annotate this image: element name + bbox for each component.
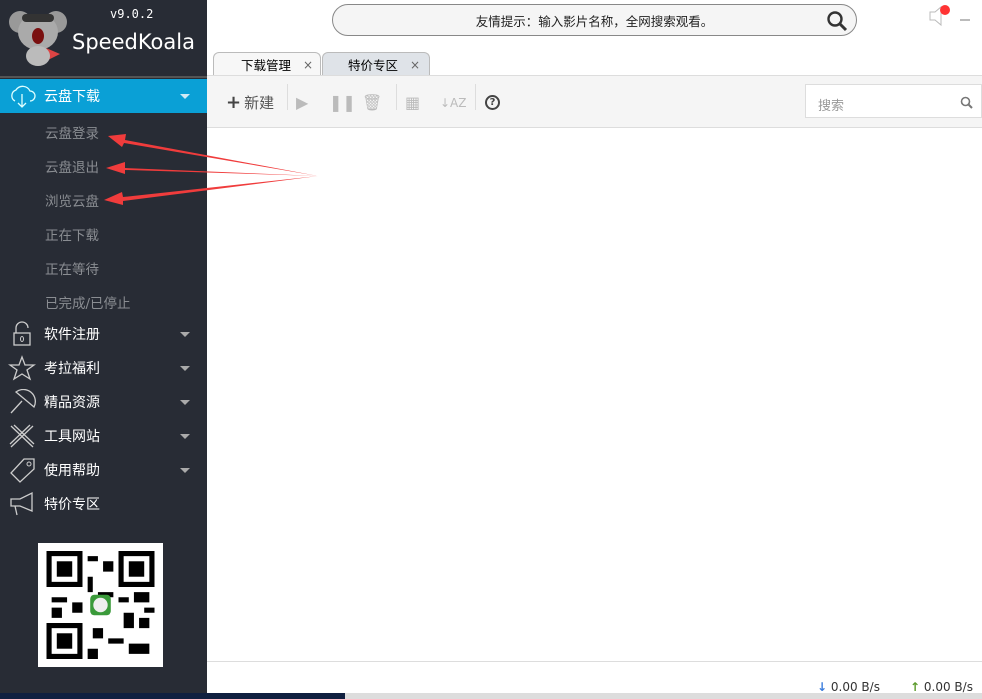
chevron-down-icon bbox=[180, 399, 190, 405]
menu-welfare[interactable]: 考拉福利 bbox=[0, 351, 207, 385]
divider bbox=[287, 84, 288, 110]
cloud-download-icon bbox=[0, 83, 44, 109]
close-icon[interactable]: × bbox=[303, 58, 313, 72]
tag-icon bbox=[0, 457, 44, 483]
tools-icon bbox=[0, 423, 44, 449]
chevron-down-icon bbox=[180, 93, 190, 99]
umbrella-icon bbox=[0, 389, 44, 415]
submenu-completed[interactable]: 已完成/已停止 bbox=[45, 292, 131, 312]
submenu-cloud-logout[interactable]: 云盘退出 bbox=[45, 156, 99, 176]
delete-button[interactable]: 🗑 bbox=[362, 76, 382, 129]
tab-special-offer[interactable]: 特价专区 × bbox=[322, 52, 430, 76]
sort-az-icon: ↓AZ bbox=[440, 95, 467, 110]
status-bar: ↓ 0.00 B/s ↑ 0.00 B/s bbox=[207, 663, 982, 694]
menu-resources[interactable]: 精品资源 bbox=[0, 385, 207, 419]
chevron-down-icon bbox=[180, 331, 190, 337]
version-label: v9.0.2 bbox=[110, 7, 154, 21]
megaphone-icon bbox=[0, 491, 44, 517]
submenu-waiting[interactable]: 正在等待 bbox=[45, 258, 99, 278]
view-grid-button[interactable]: ▦ bbox=[405, 76, 420, 129]
menu-tools[interactable]: 工具网站 bbox=[0, 419, 207, 453]
pause-button[interactable]: ❚❚ bbox=[329, 76, 356, 129]
grid-icon: ▦ bbox=[405, 93, 421, 112]
divider bbox=[0, 76, 207, 78]
qr-code bbox=[38, 543, 163, 667]
menu-register[interactable]: 软件注册 bbox=[0, 317, 207, 351]
sidebar: v9.0.2 SpeedKoala 云盘下载 云盘登录 云盘退出 浏览云盘 正在… bbox=[0, 0, 207, 699]
chevron-down-icon bbox=[180, 365, 190, 371]
upload-speed: ↑ 0.00 B/s bbox=[910, 680, 973, 694]
submenu-browse-cloud[interactable]: 浏览云盘 bbox=[45, 190, 99, 210]
play-icon: ▶ bbox=[296, 93, 309, 112]
chevron-down-icon bbox=[180, 467, 190, 473]
search-icon[interactable] bbox=[960, 96, 973, 109]
arrow-up-icon: ↑ bbox=[910, 680, 921, 694]
search-icon[interactable] bbox=[826, 10, 848, 32]
submenu-downloading[interactable]: 正在下载 bbox=[45, 224, 99, 244]
speaker-icon[interactable] bbox=[928, 4, 978, 28]
trash-icon: 🗑 bbox=[362, 93, 383, 112]
search-input[interactable]: 搜索 bbox=[805, 84, 982, 118]
arrow-down-icon: ↓ bbox=[817, 680, 828, 694]
divider bbox=[396, 84, 397, 110]
download-speed: ↓ 0.00 B/s bbox=[817, 680, 880, 694]
menu-cloud-download[interactable]: 云盘下载 bbox=[0, 79, 207, 113]
start-button[interactable]: ▶ bbox=[296, 76, 308, 129]
app-name: SpeedKoala bbox=[72, 30, 195, 54]
global-search-hint[interactable]: 友情提示：输入影片名称，全网搜索观看。 bbox=[332, 4, 857, 36]
download-list bbox=[207, 128, 982, 662]
plus-icon: + bbox=[226, 92, 242, 113]
tab-download-manager[interactable]: 下载管理 × bbox=[213, 52, 321, 76]
sort-button[interactable]: ↓AZ bbox=[440, 76, 466, 129]
submenu-cloud-login[interactable]: 云盘登录 bbox=[45, 122, 99, 142]
divider bbox=[475, 84, 476, 110]
menu-special-offer[interactable]: 特价专区 bbox=[0, 487, 207, 521]
close-icon[interactable]: × bbox=[410, 58, 420, 72]
star-icon bbox=[0, 355, 44, 381]
lock-icon bbox=[0, 321, 44, 347]
menu-help[interactable]: 使用帮助 bbox=[0, 453, 207, 487]
taskbar bbox=[0, 693, 982, 699]
koala-logo bbox=[9, 11, 67, 66]
help-icon: ? bbox=[485, 95, 500, 110]
chevron-down-icon bbox=[180, 433, 190, 439]
new-button[interactable]: + 新建 bbox=[226, 76, 274, 129]
help-button[interactable]: ? bbox=[485, 76, 500, 129]
pause-icon: ❚❚ bbox=[329, 93, 356, 112]
